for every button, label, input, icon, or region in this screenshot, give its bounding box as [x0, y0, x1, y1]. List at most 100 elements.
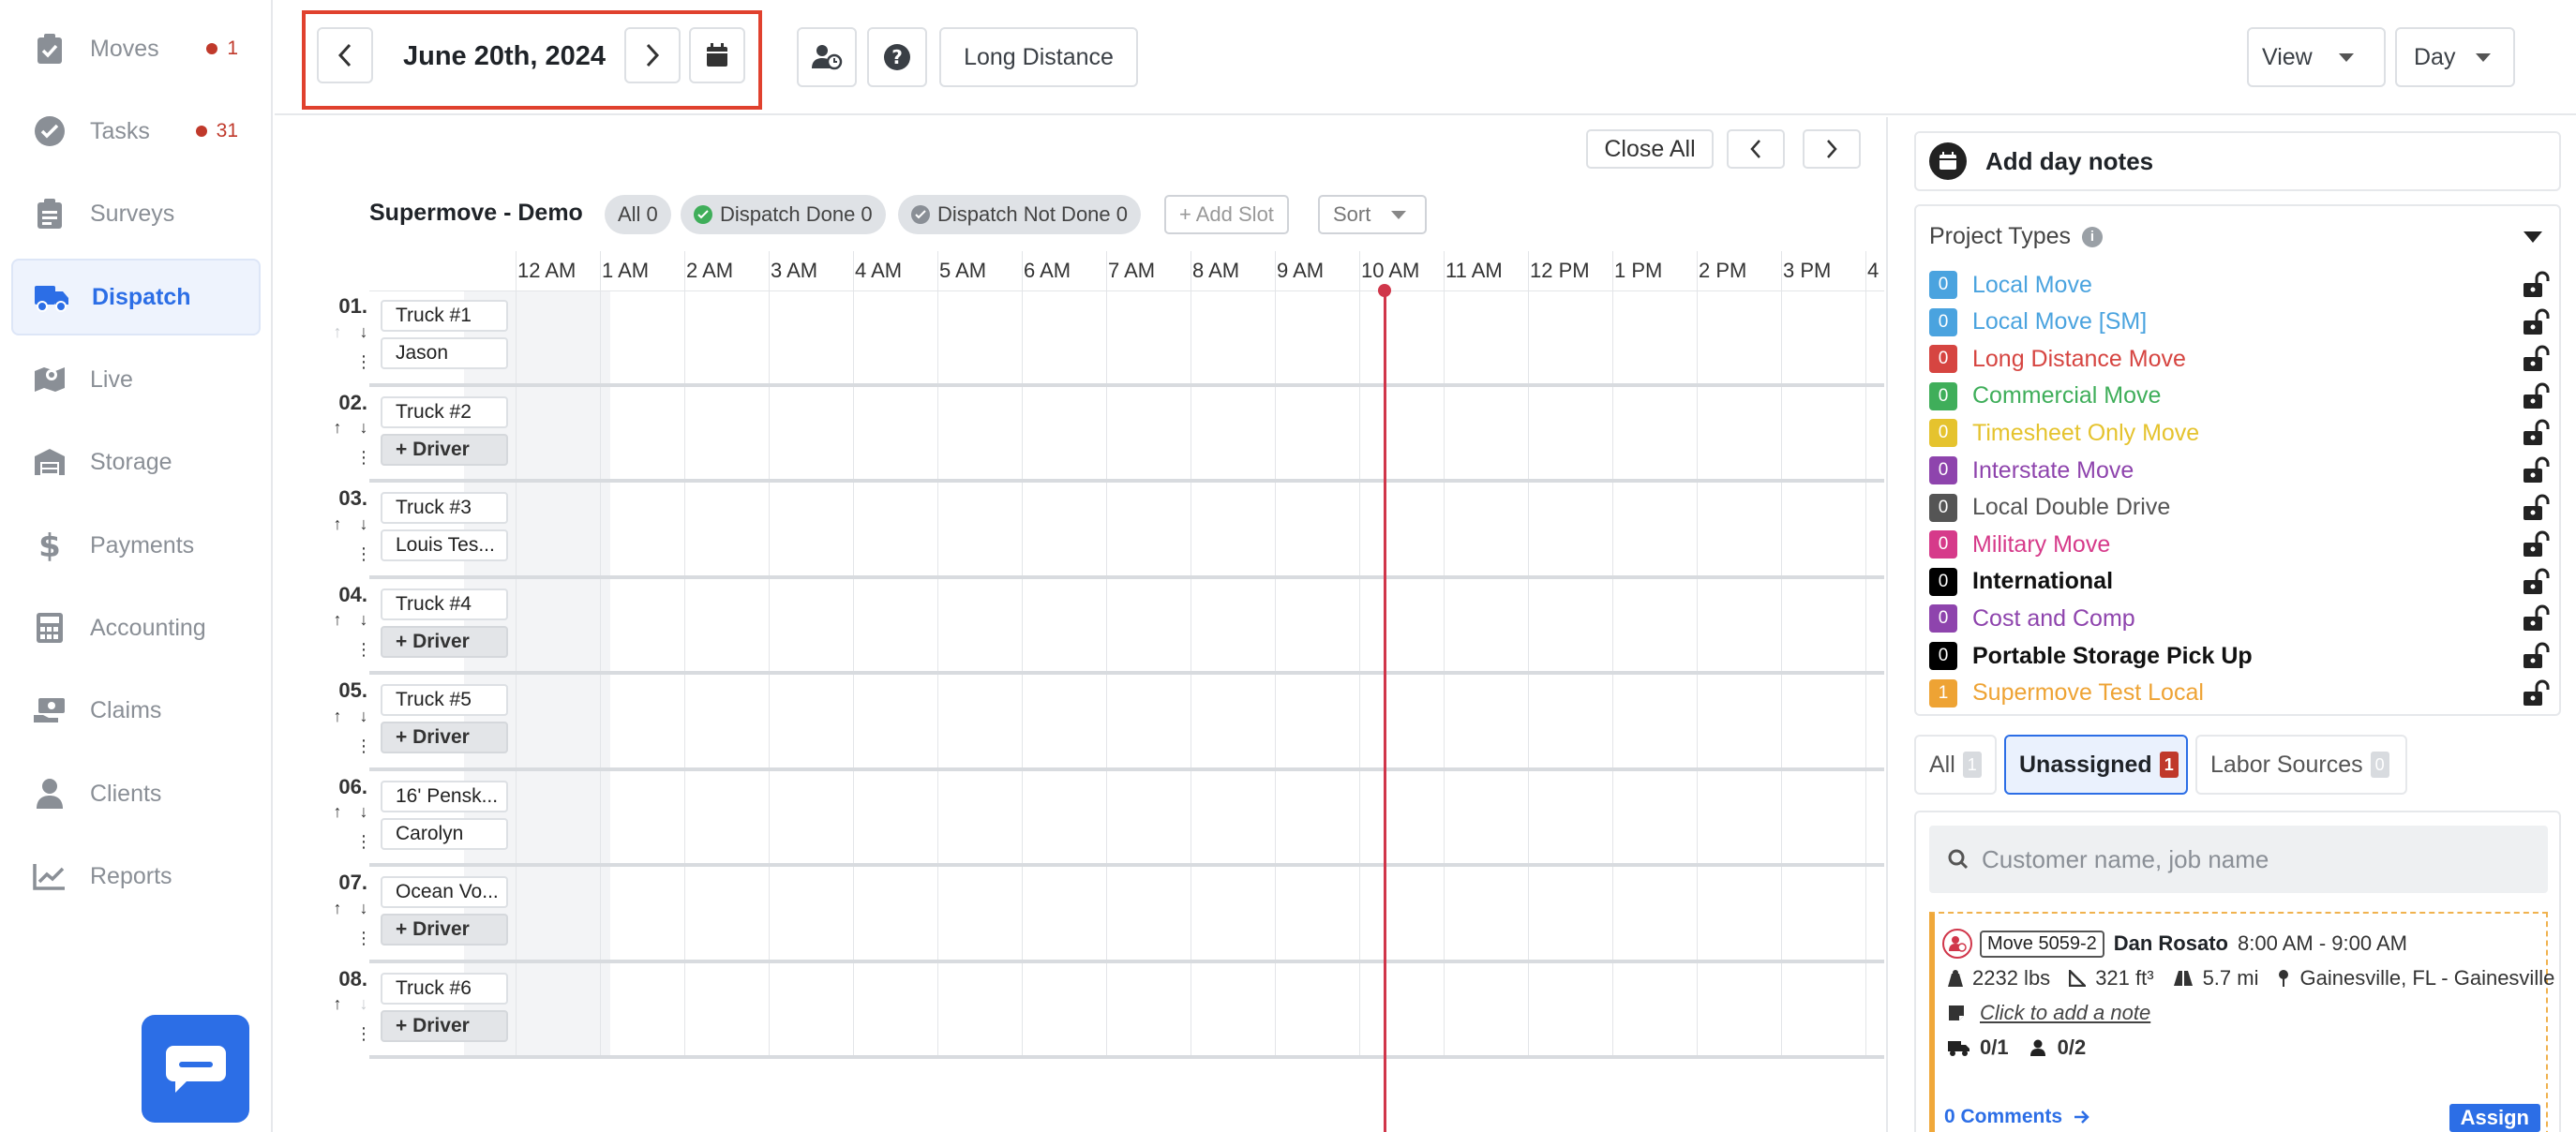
- move-id-tag[interactable]: Move 5059-2: [1980, 930, 2104, 958]
- move-down-icon[interactable]: ↓: [352, 609, 375, 632]
- info-icon[interactable]: i: [2082, 226, 2104, 247]
- add-day-notes-button[interactable]: Add day notes: [1914, 131, 2561, 191]
- move-up-icon[interactable]: ↑: [326, 320, 349, 343]
- unlock-icon[interactable]: [2522, 382, 2550, 410]
- truck-slot[interactable]: Ocean Vo...: [381, 876, 508, 908]
- move-up-icon[interactable]: ↑: [326, 513, 349, 535]
- driver-slot[interactable]: Carolyn: [381, 817, 508, 850]
- sidebar-item-payments[interactable]: $ Payments: [11, 507, 261, 584]
- move-up-icon[interactable]: ↑: [326, 609, 349, 632]
- project-type-item[interactable]: 0 Local Double Drive: [1929, 491, 2554, 525]
- project-type-item[interactable]: 0 Local Move [SM]: [1929, 305, 2554, 339]
- assign-button[interactable]: Assign: [2449, 1104, 2540, 1132]
- calendar-button[interactable]: [689, 27, 745, 83]
- add-driver-button[interactable]: + Driver: [381, 625, 508, 658]
- move-up-icon[interactable]: ↑: [326, 705, 349, 727]
- driver-slot[interactable]: Jason: [381, 337, 508, 369]
- truck-slot[interactable]: Truck #2: [381, 395, 508, 428]
- sidebar-item-tasks[interactable]: Tasks 31: [11, 93, 261, 170]
- scroll-right-button[interactable]: [1803, 129, 1861, 169]
- day-dropdown[interactable]: Day: [2395, 27, 2515, 87]
- driver-slot[interactable]: Louis Tes...: [381, 529, 508, 561]
- close-all-button[interactable]: Close All: [1586, 129, 1714, 169]
- more-options-icon[interactable]: ⋮: [352, 831, 375, 854]
- project-type-item[interactable]: 1 Supermove Test Local: [1929, 677, 2554, 710]
- add-driver-button[interactable]: + Driver: [381, 433, 508, 466]
- truck-slot[interactable]: Truck #1: [381, 300, 508, 332]
- unlock-icon[interactable]: [2522, 679, 2550, 708]
- more-options-icon[interactable]: ⋮: [352, 927, 375, 949]
- truck-slot[interactable]: Truck #4: [381, 588, 508, 620]
- long-distance-button[interactable]: Long Distance: [939, 27, 1138, 87]
- sidebar-item-claims[interactable]: Claims: [11, 672, 261, 749]
- truck-slot[interactable]: 16' Pensk...: [381, 780, 508, 812]
- unlock-icon[interactable]: [2522, 419, 2550, 447]
- chat-button[interactable]: [142, 1015, 249, 1123]
- collapse-triangle-icon[interactable]: [2524, 231, 2542, 243]
- scroll-left-button[interactable]: [1727, 129, 1785, 169]
- add-note-link[interactable]: Click to add a note: [1980, 1001, 2150, 1025]
- view-dropdown[interactable]: View: [2247, 27, 2386, 87]
- sidebar-item-accounting[interactable]: Accounting: [11, 589, 261, 666]
- sidebar-item-dispatch[interactable]: Dispatch: [11, 259, 261, 335]
- truck-slot[interactable]: Truck #5: [381, 684, 508, 716]
- unlock-icon[interactable]: [2522, 308, 2550, 336]
- sidebar-item-moves[interactable]: Moves 1: [11, 10, 261, 87]
- help-button[interactable]: ?: [867, 27, 927, 87]
- comments-link[interactable]: 0 Comments: [1944, 1106, 2090, 1128]
- project-type-item[interactable]: 0 Interstate Move: [1929, 454, 2554, 487]
- filter-all-pill[interactable]: All 0: [605, 195, 671, 234]
- tab-unassigned[interactable]: Unassigned 1: [2004, 735, 2188, 795]
- add-driver-button[interactable]: + Driver: [381, 1009, 508, 1042]
- project-type-item[interactable]: 0 Military Move: [1929, 528, 2554, 561]
- unlock-icon[interactable]: [2522, 642, 2550, 670]
- unlock-icon[interactable]: [2522, 604, 2550, 633]
- truck-slot[interactable]: Truck #3: [381, 492, 508, 524]
- move-down-icon[interactable]: ↓: [352, 513, 375, 535]
- filter-dispatch-not-done-pill[interactable]: Dispatch Not Done 0: [898, 195, 1141, 234]
- filter-dispatch-done-pill[interactable]: Dispatch Done 0: [681, 195, 886, 234]
- unlock-icon[interactable]: [2522, 530, 2550, 559]
- project-type-item[interactable]: 0 Portable Storage Pick Up: [1929, 639, 2554, 673]
- unlock-icon[interactable]: [2522, 568, 2550, 596]
- unlock-icon[interactable]: [2522, 271, 2550, 299]
- more-options-icon[interactable]: ⋮: [352, 1023, 375, 1046]
- tab-all[interactable]: All 1: [1914, 735, 1997, 795]
- add-driver-button[interactable]: + Driver: [381, 722, 508, 753]
- project-type-item[interactable]: 0 Local Move: [1929, 268, 2554, 302]
- unlock-icon[interactable]: [2522, 456, 2550, 484]
- more-options-icon[interactable]: ⋮: [352, 639, 375, 662]
- move-down-icon[interactable]: ↓: [352, 417, 375, 439]
- move-down-icon[interactable]: ↓: [352, 897, 375, 919]
- sidebar-item-clients[interactable]: Clients: [11, 755, 261, 832]
- previous-day-button[interactable]: [317, 27, 373, 83]
- tab-labor-sources[interactable]: Labor Sources 0: [2195, 735, 2407, 795]
- more-options-icon[interactable]: ⋮: [352, 350, 375, 373]
- sidebar-item-storage[interactable]: Storage: [11, 424, 261, 500]
- move-up-icon[interactable]: ↑: [326, 801, 349, 824]
- job-search-field[interactable]: [1929, 826, 2548, 893]
- more-options-icon[interactable]: ⋮: [352, 447, 375, 469]
- move-down-icon[interactable]: ↓: [352, 801, 375, 824]
- sidebar-item-reports[interactable]: Reports: [11, 838, 261, 915]
- job-search-input[interactable]: [1982, 844, 2544, 874]
- move-down-icon[interactable]: ↓: [352, 993, 375, 1016]
- project-type-item[interactable]: 0 International: [1929, 565, 2554, 599]
- unlock-icon[interactable]: [2522, 494, 2550, 522]
- project-type-item[interactable]: 0 Commercial Move: [1929, 380, 2554, 413]
- move-down-icon[interactable]: ↓: [352, 320, 375, 343]
- sidebar-item-live[interactable]: Live: [11, 341, 261, 418]
- next-day-button[interactable]: [624, 27, 681, 83]
- more-options-icon[interactable]: ⋮: [352, 543, 375, 565]
- unlock-icon[interactable]: [2522, 345, 2550, 373]
- move-card[interactable]: Move 5059-2 Dan Rosato 8:00 AM - 9:00 AM…: [1929, 912, 2554, 1132]
- project-type-item[interactable]: 0 Timesheet Only Move: [1929, 416, 2554, 450]
- add-driver-button[interactable]: + Driver: [381, 914, 508, 946]
- more-options-icon[interactable]: ⋮: [352, 735, 375, 757]
- move-up-icon[interactable]: ↑: [326, 993, 349, 1016]
- move-up-icon[interactable]: ↑: [326, 897, 349, 919]
- add-slot-button[interactable]: + Add Slot: [1164, 195, 1289, 234]
- sidebar-item-surveys[interactable]: Surveys: [11, 175, 261, 252]
- project-type-item[interactable]: 0 Cost and Comp: [1929, 602, 2554, 635]
- crew-schedule-button[interactable]: [797, 27, 857, 87]
